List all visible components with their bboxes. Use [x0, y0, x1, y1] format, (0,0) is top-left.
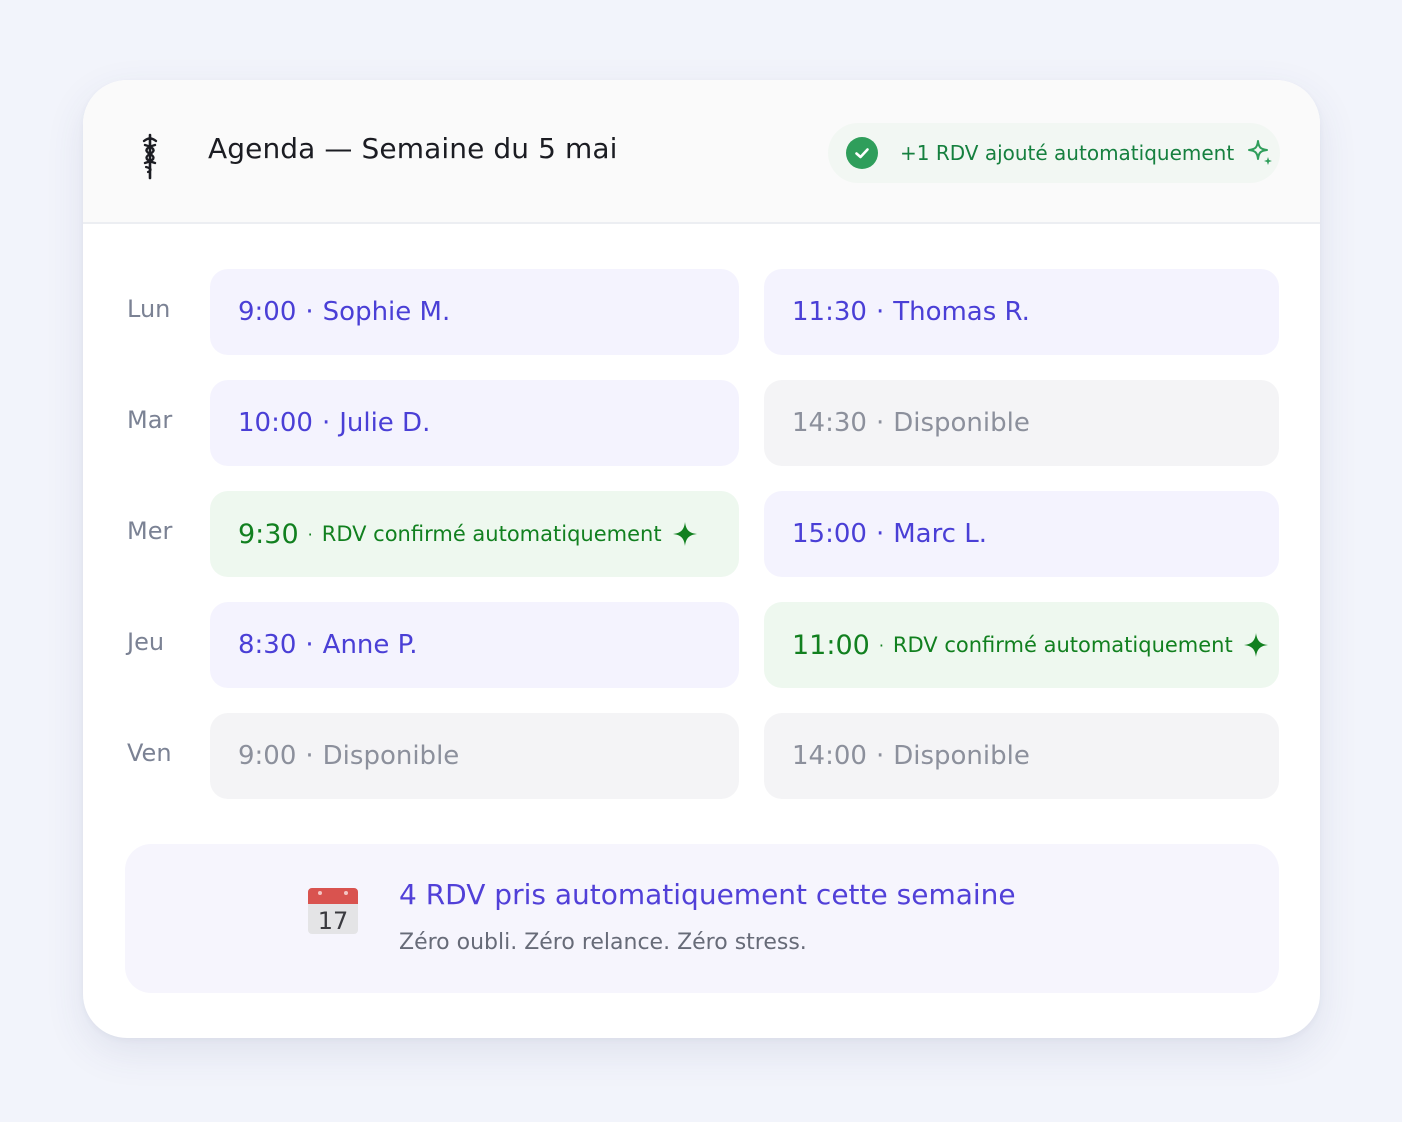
- weekly-summary: 17 4 RDV pris automatiquement cette sema…: [125, 844, 1279, 993]
- day-label: Jeu: [127, 628, 165, 656]
- summary-subtitle: Zéro oubli. Zéro relance. Zéro stress.: [399, 930, 807, 955]
- agenda-card: Agenda — Semaine du 5 mai +1 RDV ajouté …: [83, 80, 1320, 1038]
- slot-status-text: Disponible: [322, 741, 460, 771]
- auto-confirmed-slot[interactable]: 11:00 · RDV confirmé automatiquement: [764, 602, 1279, 688]
- slot-time: 15:00: [792, 519, 867, 549]
- slot-time: 9:00: [238, 741, 297, 771]
- agenda-header: Agenda — Semaine du 5 mai +1 RDV ajouté …: [83, 80, 1320, 224]
- slot-status-text: Disponible: [893, 408, 1030, 438]
- appointment-slot[interactable]: 11:30 · Thomas R.: [764, 269, 1279, 355]
- slot-separator: ·: [305, 741, 314, 771]
- available-slot[interactable]: 14:00 · Disponible: [764, 713, 1279, 799]
- slot-separator: ·: [875, 297, 885, 327]
- check-circle-icon: [846, 137, 878, 169]
- appointment-slot[interactable]: 9:00 · Sophie M.: [210, 269, 739, 355]
- appointment-slot[interactable]: 15:00 · Marc L.: [764, 491, 1279, 577]
- page-title: Agenda — Semaine du 5 mai: [208, 132, 618, 165]
- slot-separator: ·: [878, 635, 884, 655]
- notification-text: +1 RDV ajouté automatiquement: [900, 141, 1235, 165]
- caduceus-icon: [142, 133, 158, 180]
- calendar-day-number: 17: [318, 907, 349, 935]
- slot-time: 14:30: [792, 408, 867, 438]
- slot-time: 8:30: [238, 630, 297, 660]
- slot-time: 9:30: [238, 518, 299, 550]
- patient-name: Thomas R.: [893, 297, 1030, 327]
- slot-status-text: Disponible: [893, 741, 1030, 771]
- slot-separator: ·: [875, 408, 885, 438]
- slot-separator: ·: [305, 630, 314, 660]
- appointment-slot[interactable]: 10:00 · Julie D.: [210, 380, 739, 466]
- slot-status-text: RDV confirmé automatiquement: [892, 633, 1233, 657]
- slot-time: 11:30: [792, 297, 867, 327]
- patient-name: Marc L.: [893, 519, 987, 549]
- patient-name: Julie D.: [339, 408, 431, 438]
- calendar-icon: 17: [308, 888, 358, 935]
- slot-separator: ·: [307, 524, 313, 544]
- slot-time: 10:00: [238, 408, 313, 438]
- sparkle-icon: [1248, 140, 1273, 165]
- slot-time: 9:00: [238, 297, 297, 327]
- auto-confirmed-slot[interactable]: 9:30 · RDV confirmé automatiquement: [210, 491, 739, 577]
- available-slot[interactable]: 14:30 · Disponible: [764, 380, 1279, 466]
- day-label: Mar: [127, 406, 173, 434]
- slot-separator: ·: [321, 408, 331, 438]
- sparkle-icon: [1243, 633, 1268, 657]
- slot-time: 14:00: [792, 741, 867, 771]
- day-label: Ven: [127, 739, 172, 767]
- day-label: Mer: [127, 517, 173, 545]
- summary-title: 4 RDV pris automatiquement cette semaine: [399, 878, 1016, 911]
- patient-name: Anne P.: [322, 630, 418, 660]
- day-label: Lun: [127, 295, 171, 323]
- patient-name: Sophie M.: [322, 297, 451, 327]
- sparkle-icon: [672, 522, 697, 546]
- slot-time: 11:00: [792, 629, 870, 661]
- available-slot[interactable]: 9:00 · Disponible: [210, 713, 739, 799]
- slot-separator: ·: [875, 741, 885, 771]
- auto-added-notification[interactable]: +1 RDV ajouté automatiquement: [828, 123, 1280, 183]
- slot-status-text: RDV confirmé automatiquement: [321, 522, 662, 546]
- slot-separator: ·: [875, 519, 885, 549]
- appointment-slot[interactable]: 8:30 · Anne P.: [210, 602, 739, 688]
- slot-separator: ·: [305, 297, 314, 327]
